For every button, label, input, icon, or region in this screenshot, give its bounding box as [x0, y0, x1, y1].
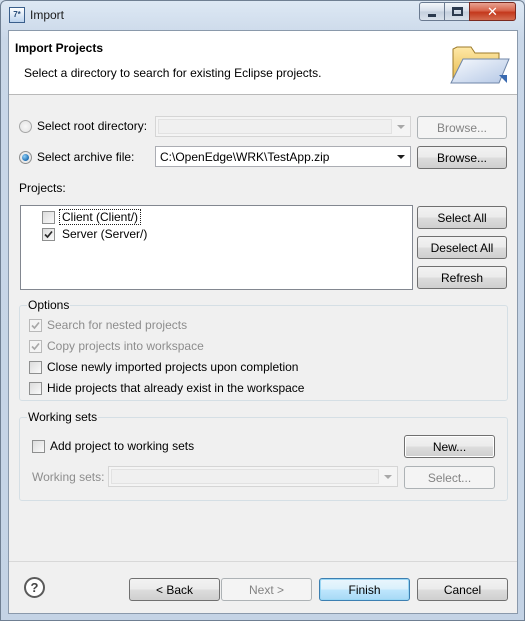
- archive-file-label: Select archive file:: [37, 150, 135, 164]
- hide-existing-label: Hide projects that already exist in the …: [47, 381, 305, 395]
- archive-file-radio[interactable]: [19, 150, 32, 164]
- maximize-button[interactable]: [444, 2, 470, 21]
- working-sets-field: [111, 469, 379, 484]
- select-working-set-label: Select...: [427, 470, 472, 485]
- root-directory-combo[interactable]: [155, 116, 411, 137]
- import-dialog: 7* Import ✕ Import Projects Select a dir…: [0, 0, 525, 621]
- title-bar[interactable]: 7* Import ✕: [1, 1, 524, 30]
- close-imported-option[interactable]: Close newly imported projects upon compl…: [29, 360, 298, 374]
- project-label-client: Client (Client/): [59, 209, 142, 225]
- back-button[interactable]: < Back: [129, 578, 220, 601]
- help-icon[interactable]: ?: [24, 577, 45, 598]
- list-item[interactable]: Client (Client/): [42, 209, 142, 225]
- search-nested-label: Search for nested projects: [47, 318, 188, 332]
- chevron-down-icon: [382, 471, 394, 483]
- copy-projects-option: Copy projects into workspace: [29, 339, 204, 353]
- working-sets-group-title: Working sets: [27, 410, 99, 424]
- close-icon: ✕: [487, 3, 498, 19]
- copy-projects-label: Copy projects into workspace: [47, 339, 204, 353]
- footer-divider: [9, 561, 517, 562]
- project-checkbox-client[interactable]: [42, 210, 55, 224]
- close-imported-checkbox[interactable]: [29, 360, 42, 374]
- deselect-all-button[interactable]: Deselect All: [417, 236, 507, 259]
- root-directory-option[interactable]: Select root directory:: [19, 119, 147, 133]
- root-browse-button[interactable]: Browse...: [417, 116, 507, 139]
- close-imported-label: Close newly imported projects upon compl…: [47, 360, 299, 374]
- finish-button[interactable]: Finish: [319, 578, 410, 601]
- archive-file-combo[interactable]: C:\OpenEdge\WRK\TestApp.zip: [155, 146, 411, 167]
- back-label: < Back: [155, 582, 194, 597]
- search-nested-option: Search for nested projects: [29, 318, 187, 332]
- next-button: Next >: [221, 578, 312, 601]
- projects-list[interactable]: Client (Client/) Server (Server/): [20, 205, 413, 290]
- root-directory-label: Select root directory:: [37, 119, 148, 133]
- dialog-client-area: Import Projects Select a directory to se…: [8, 30, 518, 614]
- projects-label: Projects:: [19, 181, 66, 195]
- deselect-all-label: Deselect All: [430, 240, 494, 255]
- list-item[interactable]: Server (Server/): [42, 227, 147, 241]
- project-label-server: Server (Server/): [62, 227, 148, 241]
- chevron-down-icon: [395, 151, 407, 163]
- checkmark-icon: [31, 342, 40, 350]
- hide-existing-option[interactable]: Hide projects that already exist in the …: [29, 381, 304, 395]
- checkmark-icon: [31, 321, 40, 329]
- add-to-working-sets-label: Add project to working sets: [50, 439, 195, 453]
- options-group-title: Options: [27, 298, 71, 312]
- cancel-label: Cancel: [443, 582, 482, 597]
- wizard-banner: Import Projects Select a directory to se…: [9, 31, 517, 95]
- select-all-button[interactable]: Select All: [417, 206, 507, 229]
- new-working-set-label: New...: [432, 439, 467, 454]
- cancel-button[interactable]: Cancel: [417, 578, 508, 601]
- add-to-working-sets-option[interactable]: Add project to working sets: [32, 439, 194, 453]
- archive-browse-button[interactable]: Browse...: [417, 146, 507, 169]
- page-title: Import Projects: [15, 41, 104, 55]
- refresh-button[interactable]: Refresh: [417, 266, 507, 289]
- search-nested-checkbox: [29, 318, 42, 332]
- add-to-working-sets-checkbox[interactable]: [32, 439, 45, 453]
- refresh-label: Refresh: [440, 270, 484, 285]
- finish-label: Finish: [348, 582, 381, 597]
- archive-file-option[interactable]: Select archive file:: [19, 150, 134, 164]
- select-all-label: Select All: [437, 210, 487, 225]
- next-label: Next >: [248, 582, 284, 597]
- working-sets-combo: [108, 466, 398, 487]
- root-directory-field: [158, 119, 392, 134]
- new-working-set-button[interactable]: New...: [404, 435, 495, 458]
- archive-file-value: C:\OpenEdge\WRK\TestApp.zip: [160, 149, 330, 164]
- minimize-icon: [428, 14, 436, 17]
- chevron-down-icon: [395, 121, 407, 133]
- working-sets-label: Working sets:: [32, 470, 105, 484]
- root-directory-radio[interactable]: [19, 119, 32, 133]
- select-working-set-button: Select...: [404, 466, 495, 489]
- page-description: Select a directory to search for existin…: [24, 66, 322, 80]
- hide-existing-checkbox[interactable]: [29, 381, 42, 395]
- copy-projects-checkbox: [29, 339, 42, 353]
- minimize-button[interactable]: [419, 2, 445, 21]
- eclipse-app-icon: 7*: [9, 7, 25, 23]
- close-button[interactable]: ✕: [469, 2, 516, 21]
- window-title: Import: [30, 8, 65, 22]
- project-checkbox-server[interactable]: [42, 227, 55, 241]
- checkmark-icon: [44, 230, 53, 238]
- folder-wizard-icon: [450, 46, 510, 84]
- maximize-icon: [451, 7, 463, 16]
